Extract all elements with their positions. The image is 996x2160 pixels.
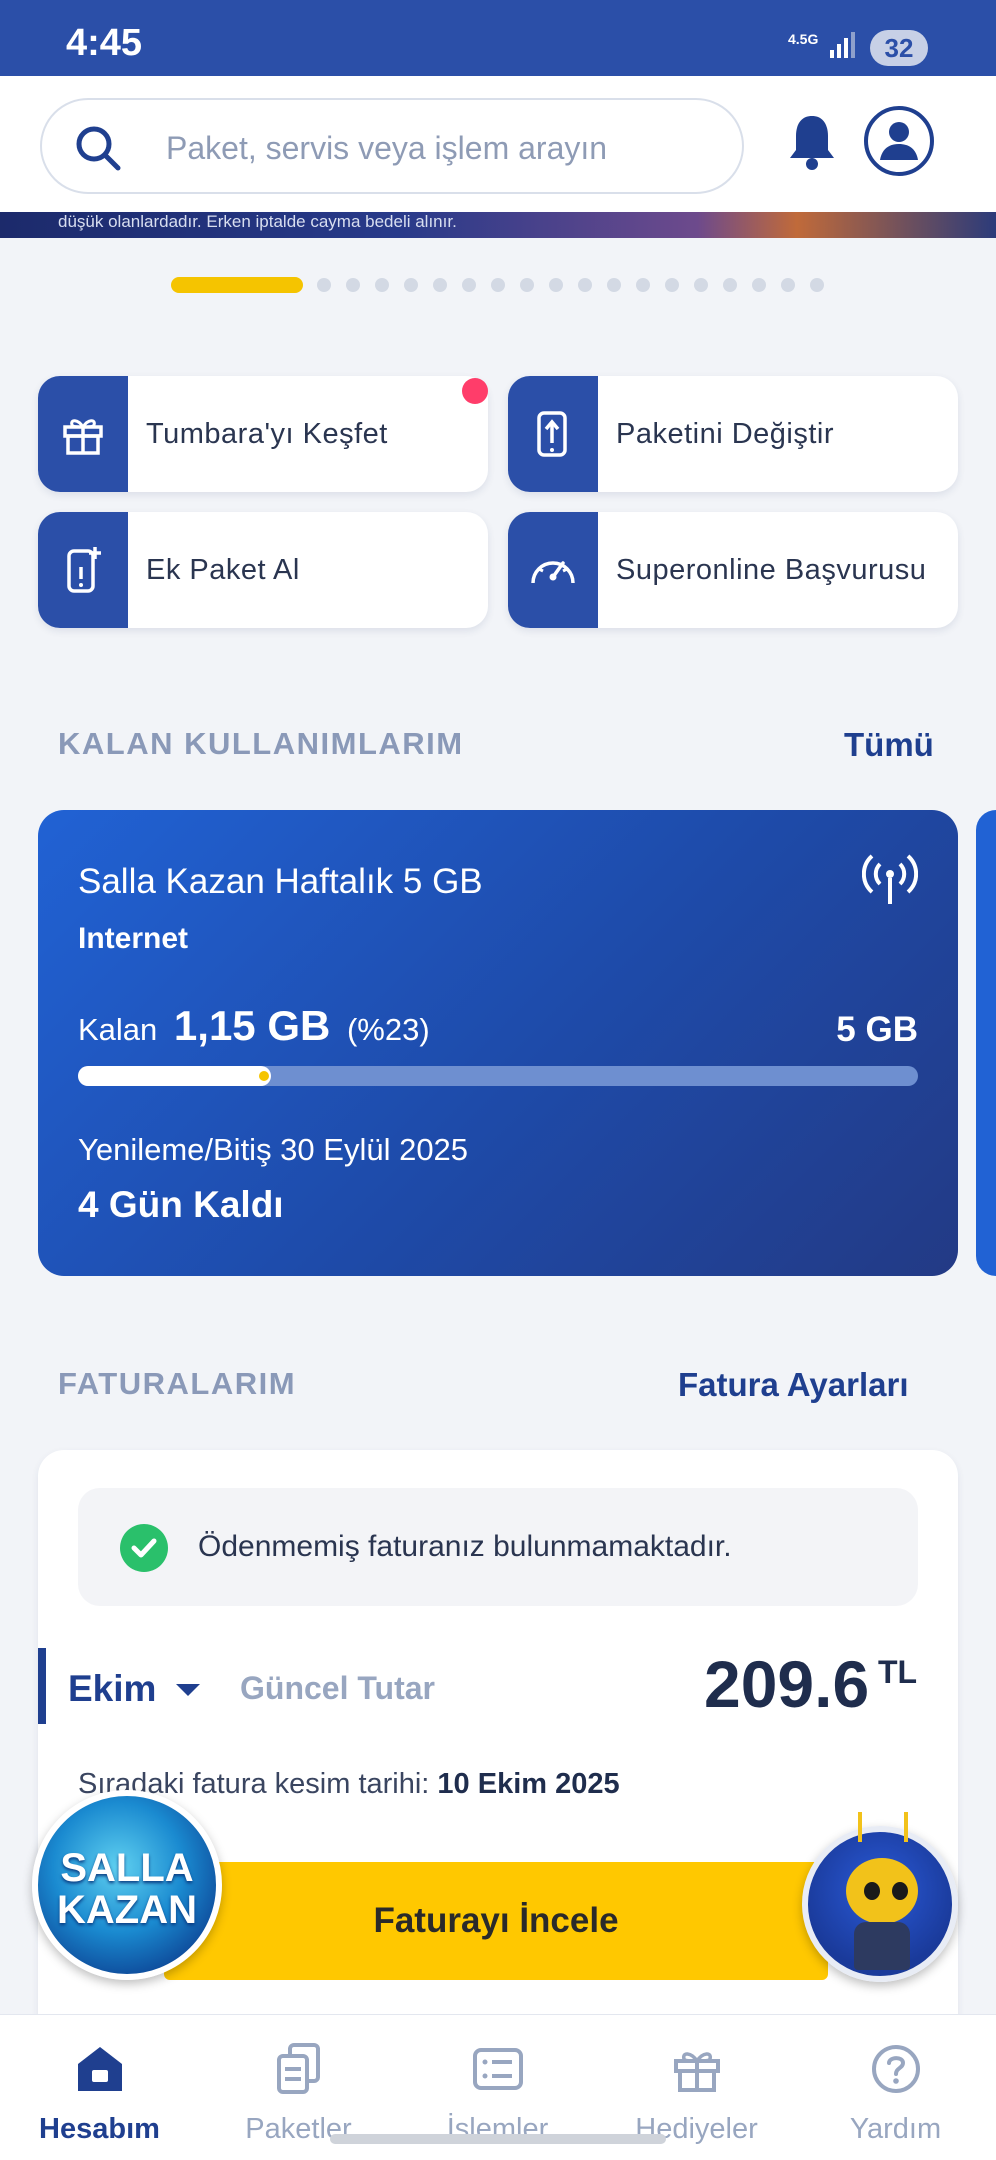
view-bill-button[interactable]: Faturayı İncele <box>164 1862 828 1980</box>
carousel-dot[interactable] <box>346 278 360 292</box>
carousel-dot[interactable] <box>723 278 737 292</box>
assistant-mascot-button[interactable] <box>802 1812 958 1982</box>
quick-action-label: Superonline Başvurusu <box>616 554 927 586</box>
carousel-dot[interactable] <box>752 278 766 292</box>
app-header: Paket, servis veya işlem arayın <box>0 76 996 212</box>
home-icon <box>70 2039 130 2099</box>
signal-icon <box>830 32 855 58</box>
usage-section-title: KALAN KULLANIMLARIM <box>58 726 464 761</box>
notification-bell-icon[interactable] <box>786 112 838 172</box>
promo-banner[interactable]: düşük olanlardadır. Erken iptalde cayma … <box>0 212 996 238</box>
phone-add-icon <box>38 512 128 628</box>
carousel-dot[interactable] <box>433 278 447 292</box>
carousel-dot[interactable] <box>781 278 795 292</box>
bill-currency: TL <box>878 1654 918 1690</box>
carousel-dot[interactable] <box>694 278 708 292</box>
carousel-dot[interactable] <box>665 278 679 292</box>
renewal-date: Yenileme/Bitiş 30 Eylül 2025 <box>78 1132 469 1167</box>
quick-action-superonline[interactable]: Superonline Başvurusu <box>508 512 958 628</box>
battery-indicator: 32 <box>870 30 928 66</box>
current-amount-label: Güncel Tutar <box>240 1670 435 1706</box>
tab-hesabim[interactable]: Hesabım <box>0 2015 199 2160</box>
speedometer-icon <box>508 512 598 628</box>
days-left: 4 Gün Kaldı <box>78 1184 284 1225</box>
remaining-label: Kalan <box>78 1012 158 1047</box>
package-type: Internet <box>78 922 189 955</box>
salla-line1: SALLA <box>60 1846 194 1890</box>
tab-yardim[interactable]: Yardım <box>796 2015 995 2160</box>
profile-button[interactable] <box>864 106 934 176</box>
next-bill-value: 10 Ekim 2025 <box>437 1768 620 1800</box>
notice-text: Ödenmemiş faturanız bulunmamaktadır. <box>198 1530 732 1563</box>
bill-notice: Ödenmemiş faturanız bulunmamaktadır. <box>78 1488 918 1606</box>
status-bar: 4:45 4.5G 32 <box>0 0 996 76</box>
usage-card[interactable]: Salla Kazan Haftalık 5 GB Internet Kalan… <box>38 810 958 1276</box>
quick-action-label: Ek Paket Al <box>146 554 300 586</box>
antenna-icon <box>862 854 918 904</box>
remaining-usage: Kalan 1,15 GB (%23) <box>78 1002 430 1050</box>
check-circle-icon <box>120 1524 168 1572</box>
carousel-dot[interactable] <box>491 278 505 292</box>
search-placeholder: Paket, servis veya işlem arayın <box>166 130 608 166</box>
mascot-eye <box>892 1882 908 1900</box>
salla-line2: KAZAN <box>57 1888 197 1932</box>
gift-icon <box>667 2039 727 2099</box>
tab-label: Hesabım <box>39 2113 160 2145</box>
quick-action-tumbara[interactable]: Tumbara'yı Keşfet <box>38 376 488 492</box>
package-name: Salla Kazan Haftalık 5 GB <box>78 862 483 901</box>
next-usage-card[interactable] <box>976 810 996 1276</box>
mascot-body <box>854 1922 910 1970</box>
carousel-dot[interactable] <box>607 278 621 292</box>
home-indicator[interactable] <box>330 2134 666 2144</box>
total-quota: 5 GB <box>836 1010 918 1049</box>
carousel-dot[interactable] <box>549 278 563 292</box>
carousel-dot[interactable] <box>404 278 418 292</box>
network-type: 4.5G <box>788 31 819 47</box>
bill-settings-link[interactable]: Fatura Ayarları <box>678 1366 908 1404</box>
packages-icon <box>269 2039 329 2099</box>
help-icon <box>866 2039 926 2099</box>
remaining-percent: (%23) <box>346 1012 430 1047</box>
list-icon <box>468 2039 528 2099</box>
mascot-eye <box>864 1882 880 1900</box>
carousel-dot[interactable] <box>810 278 824 292</box>
quick-action-label: Tumbara'yı Keşfet <box>146 418 388 450</box>
carousel-indicator <box>0 276 996 293</box>
bills-section-title: FATURALARIM <box>58 1366 297 1401</box>
carousel-dot[interactable] <box>317 278 331 292</box>
quick-action-extra-package[interactable]: Ek Paket Al <box>38 512 488 628</box>
quick-action-label: Paketini Değiştir <box>616 418 835 450</box>
remaining-value: 1,15 GB <box>173 1002 331 1049</box>
carousel-dot[interactable] <box>462 278 476 292</box>
bill-amount: 209.6 <box>704 1647 870 1721</box>
phone-upgrade-icon <box>508 376 598 492</box>
tab-label: Yardım <box>849 2113 942 2145</box>
see-all-link[interactable]: Tümü <box>844 726 934 764</box>
banner-text: düşük olanlardadır. Erken iptalde cayma … <box>58 212 457 231</box>
mascot-antenna <box>858 1812 862 1842</box>
user-icon <box>880 122 918 160</box>
chevron-down-icon[interactable] <box>174 1682 202 1698</box>
usage-progress-fill <box>78 1066 271 1086</box>
usage-progress-marker <box>259 1071 269 1081</box>
salla-kazan-button[interactable]: SALLA KAZAN <box>32 1790 222 1980</box>
mascot-antenna <box>904 1812 908 1842</box>
usage-progress-bar <box>78 1066 918 1086</box>
quick-action-change-package[interactable]: Paketini Değiştir <box>508 376 958 492</box>
carousel-dot-active[interactable] <box>171 277 303 293</box>
carousel-dot[interactable] <box>520 278 534 292</box>
carousel-dot[interactable] <box>636 278 650 292</box>
gift-icon <box>38 376 128 492</box>
month-indicator <box>38 1648 46 1724</box>
carousel-dot[interactable] <box>375 278 389 292</box>
month-selector[interactable]: Ekim <box>68 1668 156 1710</box>
carousel-dot[interactable] <box>578 278 592 292</box>
search-icon <box>76 126 121 171</box>
search-input[interactable]: Paket, servis veya işlem arayın <box>40 98 744 194</box>
status-time: 4:45 <box>66 22 143 64</box>
notification-badge <box>462 378 488 404</box>
